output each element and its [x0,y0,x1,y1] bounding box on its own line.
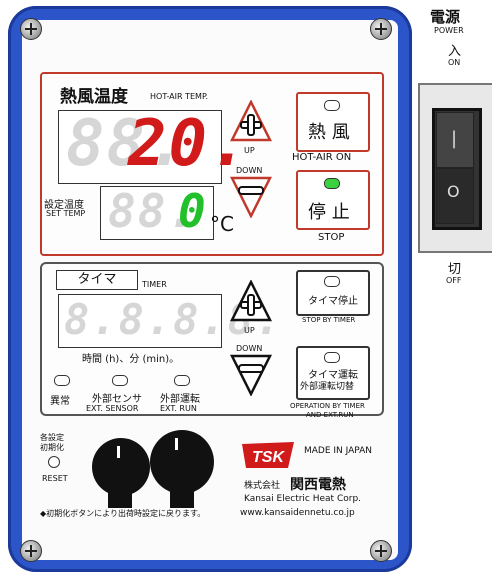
timer-up-button[interactable] [230,280,272,322]
power-title: 電源 [430,8,461,26]
timer-units-caption: 時間 (h)、分 (min)。 [82,354,180,365]
screw-icon [20,540,42,562]
hot-air-button-caption: HOT-AIR ON [292,152,352,163]
reset-label-en: RESET [42,474,68,483]
rocker-on-mark: | [451,128,458,149]
timer-run-led [324,352,340,363]
timer-run-caption-2: AND EXT.RUN [306,411,354,419]
hot-air-led [324,100,340,111]
stop-led [324,178,340,189]
company-name-en: Kansai Electric Heat Corp. [244,494,362,504]
alarm-led [54,375,70,386]
reset-button[interactable] [48,456,60,468]
connector-knob-right [150,430,214,494]
company-prefix: 株式会社 [244,481,281,491]
alarm-label: 異常 [50,396,70,407]
screw-icon [370,540,392,562]
temp-up-button[interactable] [230,100,272,142]
company-name-jp: 関西電熱 [290,477,346,493]
timer-stop-label: タイマ停止 [308,296,358,307]
reset-footnote: ◆初期化ボタンにより出荷時設定に戻ります。 [40,509,206,518]
ext-run-led [174,375,190,386]
ext-sensor-label: 外部センサ [92,394,142,405]
connector-base-right [170,486,194,508]
heat-section-title-en: HOT-AIR TEMP. [150,92,209,101]
power-on-label: 入 [448,44,462,59]
timer-down-button[interactable] [230,354,272,396]
connector-base-left [108,486,132,508]
screw-icon [20,18,42,40]
power-on-label-en: ON [448,58,461,67]
timer-run-label-2: 外部運転切替 [300,382,355,392]
timer-stop-caption: STOP BY TIMER [302,316,356,324]
timer-up-label: UP [244,326,255,335]
temp-down-button[interactable] [230,176,272,218]
ext-sensor-label-en: EXT. SENSOR [86,404,139,413]
tsk-logo: TSK [242,442,294,468]
minus-icon [238,186,264,195]
temp-down-label: DOWN [236,166,263,175]
company-url: www.kansaidennetu.co.jp [240,508,355,518]
ext-run-label-en: EXT. RUN [160,404,197,413]
timer-section-title-en: TIMER [142,280,167,289]
reset-label-2: 初期化 [40,443,64,452]
stop-button-caption: STOP [318,232,345,243]
timer-run-caption-1: OPERATION BY TIMER [290,402,365,410]
temp-up-label: UP [244,146,255,155]
stop-button-label: 停 止 [308,202,350,223]
power-off-label-en: OFF [446,276,462,285]
rocker-off-mark: O [447,182,460,201]
heat-section-title: 熱風温度 [60,87,128,107]
svg-text:TSK: TSK [252,449,285,466]
set-temp-label-en: SET TEMP [46,209,86,218]
timer-section-title: タイマ [56,270,138,290]
ext-sensor-led [112,375,128,386]
screw-icon [370,18,392,40]
timer-down-label: DOWN [236,344,263,353]
timer-stop-led [324,276,340,287]
ext-run-label: 外部運転 [160,394,200,405]
power-title-en: POWER [434,26,464,35]
made-in-label: MADE IN JAPAN [304,446,373,456]
power-off-label: 切 [448,262,462,277]
minus-icon [238,364,264,373]
hot-air-button-label: 熱 風 [308,122,350,143]
set-temp-value: 0 [178,184,208,238]
